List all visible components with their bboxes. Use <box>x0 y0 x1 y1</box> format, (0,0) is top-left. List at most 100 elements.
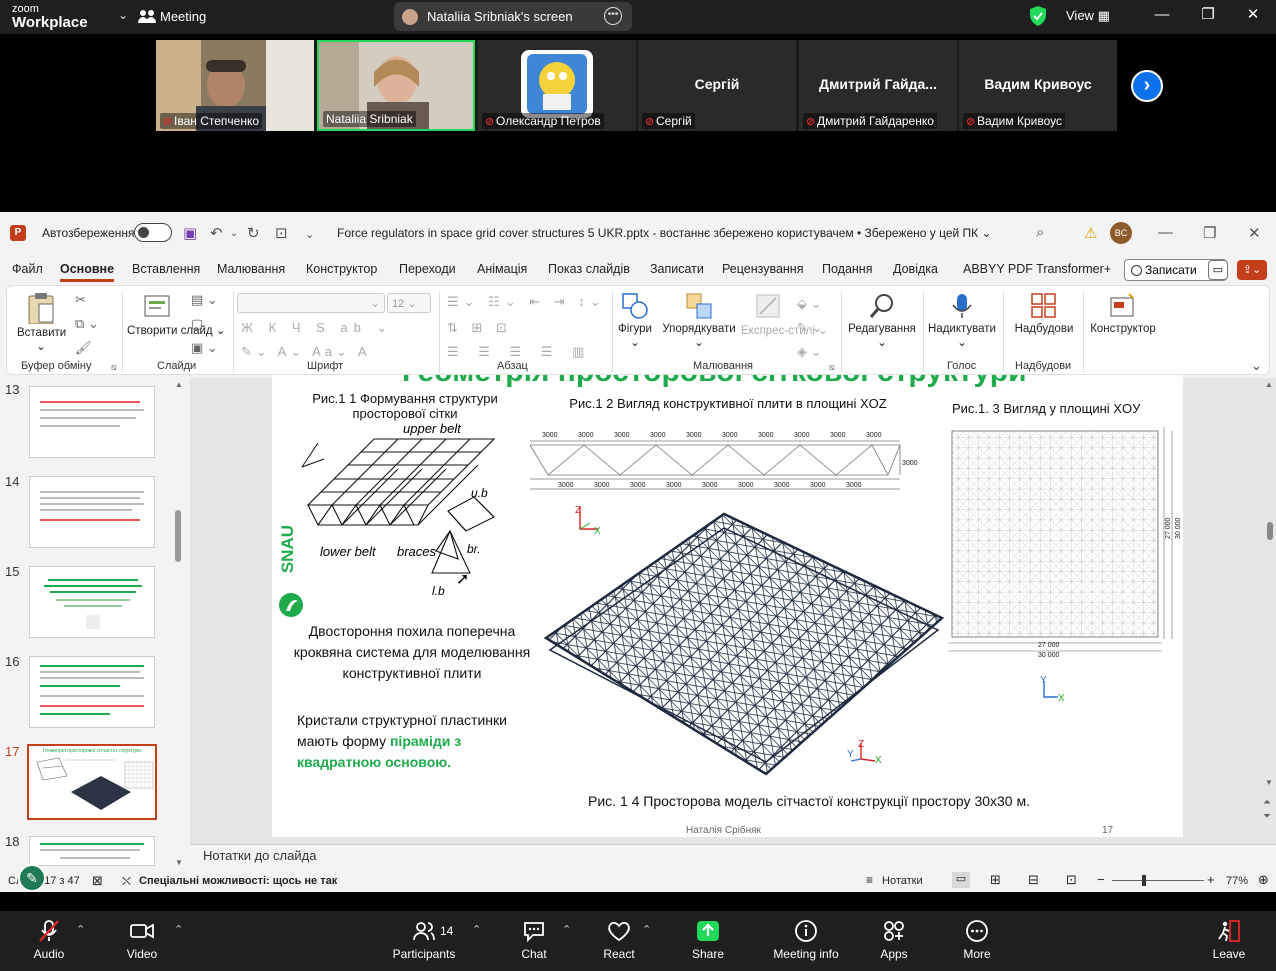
chat-button[interactable]: Chat <box>516 919 552 961</box>
paste-button[interactable]: Вставити ⌄ <box>17 292 66 353</box>
text-direction-buttons[interactable]: ⇅ ⊞ ⊡ <box>447 320 512 336</box>
notes-toggle[interactable]: Нотатки <box>882 875 923 887</box>
dictate-button[interactable]: Надиктувати ⌄ <box>927 292 997 349</box>
zoom-level[interactable]: 77% <box>1226 875 1248 887</box>
section-icon[interactable]: ▣ ⌄ <box>191 340 218 356</box>
undo-icon[interactable]: ↶ <box>210 224 223 242</box>
accessibility-status[interactable]: Спеціальні можливості: щось не так <box>139 875 337 887</box>
notes-pane[interactable]: Нотатки до слайда <box>190 844 1276 866</box>
react-button[interactable]: React <box>600 919 638 961</box>
tab-file[interactable]: Файл <box>12 262 43 276</box>
screen-share-pill[interactable]: Nataliia Sribniak's screen ••• <box>394 2 632 31</box>
slideshow-icon[interactable]: ⊡ <box>1066 872 1077 888</box>
customize-toolbar-icon[interactable]: ⌄ <box>305 228 314 241</box>
slide-thumbnail-15[interactable] <box>29 566 155 638</box>
chevron-down-icon[interactable]: ⌄ <box>118 8 128 22</box>
zoom-slider-thumb[interactable] <box>1142 875 1146 886</box>
user-avatar[interactable]: BC <box>1110 222 1132 244</box>
font-family-select[interactable]: ⌄ <box>237 293 385 313</box>
slide-thumbnail-13[interactable] <box>29 386 155 458</box>
layout-icon[interactable]: ▤ ⌄ <box>191 292 218 308</box>
slide-sorter-icon[interactable]: ⊞ <box>990 872 1001 888</box>
tab-review[interactable]: Рецензування <box>722 262 803 276</box>
tab-view[interactable]: Подання <box>822 262 872 276</box>
save-icon[interactable]: ▣ <box>183 224 197 242</box>
close-icon[interactable]: ✕ <box>1248 224 1261 242</box>
tab-abbyy[interactable]: ABBYY PDF Transformer+ <box>963 262 1111 276</box>
dialog-launcher-icon[interactable]: ⧅ <box>111 362 117 373</box>
participant-tile[interactable]: Дмитрий Гайда... ⊘ Дмитрий Гайдаренко <box>799 40 957 131</box>
participant-tile[interactable]: ⊘ Іван Степченко <box>156 40 314 131</box>
tab-help[interactable]: Довідка <box>893 262 938 276</box>
document-title[interactable]: Force regulators in space grid cover str… <box>337 226 992 240</box>
minimize-icon[interactable]: — <box>1158 224 1173 241</box>
meeting-info-button[interactable]: Meeting info <box>770 919 842 961</box>
tab-insert[interactable]: Вставлення <box>132 262 200 276</box>
participant-tile[interactable]: Сергій ⊘ Сергій <box>638 40 796 131</box>
editing-button[interactable]: Редагування ⌄ <box>845 292 919 349</box>
edit-area-scrollbar[interactable] <box>1267 522 1273 540</box>
designer-button[interactable]: Конструктор <box>1087 292 1159 335</box>
accessibility-icon[interactable]: ⛌ <box>122 874 131 889</box>
notes-toggle-icon[interactable]: ≡ <box>866 873 873 887</box>
minimize-icon[interactable]: — <box>1152 5 1172 25</box>
tab-transitions[interactable]: Переходи <box>399 262 456 276</box>
normal-view-icon[interactable]: ▭ <box>952 872 970 888</box>
search-icon[interactable]: ⌕ <box>1036 224 1044 241</box>
scroll-down-icon[interactable]: ▼ <box>1265 778 1273 787</box>
thumbnail-scrollbar[interactable] <box>175 510 181 562</box>
tab-design[interactable]: Конструктор <box>306 262 377 276</box>
slide-thumbnail-17-selected[interactable]: Геометрія просторової сітчастої структур… <box>27 744 157 820</box>
autosave-toggle[interactable] <box>134 223 172 242</box>
reading-view-icon[interactable]: ⊟ <box>1028 872 1039 888</box>
restore-icon[interactable]: ❐ <box>1198 5 1218 25</box>
leave-button[interactable]: Leave <box>1210 919 1248 961</box>
spellcheck-icon[interactable]: ⊠ <box>92 873 103 889</box>
audio-button[interactable]: Audio <box>30 919 68 961</box>
audio-options-caret[interactable]: ⌃ <box>76 923 85 936</box>
alignment-buttons[interactable]: ☰ ☰ ☰ ☰ ▥ <box>447 344 592 360</box>
chat-options-caret[interactable]: ⌃ <box>562 923 571 936</box>
tab-animations[interactable]: Анімація <box>477 262 527 276</box>
apps-button[interactable]: Apps <box>876 919 912 961</box>
warning-icon[interactable]: ⚠ <box>1084 224 1097 242</box>
chevron-down-icon[interactable]: ⌄ <box>1251 358 1262 374</box>
undo-dropdown-icon[interactable]: ⌄ <box>230 228 238 239</box>
quick-styles-button[interactable]: Експрес-стилі ⌄ <box>741 292 828 337</box>
list-buttons[interactable]: ☰⌄ ☷⌄ ⇤ ⇥ ↕⌄ <box>447 294 606 310</box>
zoom-out-icon[interactable]: − <box>1097 872 1105 887</box>
close-icon[interactable]: ✕ <box>1243 5 1263 25</box>
redo-icon[interactable]: ↻ <box>247 224 260 242</box>
tab-slideshow[interactable]: Показ слайдів <box>548 262 630 276</box>
comments-icon[interactable]: ▭ <box>1208 260 1228 280</box>
view-button[interactable]: View ▦ <box>1066 8 1110 24</box>
tab-home[interactable]: Основне <box>60 262 115 282</box>
restore-icon[interactable]: ❐ <box>1203 224 1216 242</box>
slide-thumbnail-16[interactable] <box>29 656 155 728</box>
scroll-up-icon[interactable]: ▲ <box>1265 380 1273 389</box>
copy-icon[interactable]: ⧉ ⌄ <box>75 316 99 332</box>
video-button[interactable]: Video <box>122 919 162 961</box>
zoom-in-icon[interactable]: + <box>1207 872 1215 887</box>
tab-record[interactable]: Записати <box>650 262 704 276</box>
slide-thumbnail-14[interactable] <box>29 476 155 548</box>
share-button[interactable]: Share <box>688 919 728 961</box>
format-painter-icon[interactable]: 🖌 <box>75 340 92 356</box>
dialog-launcher-icon[interactable]: ⧅ <box>829 362 835 373</box>
shield-icon[interactable] <box>1030 6 1046 26</box>
meeting-label[interactable]: Meeting <box>160 9 206 24</box>
participant-tile[interactable]: ⊘ Олександр Петров <box>478 40 636 131</box>
prev-next-slide-icons[interactable]: ⏶ ⏷ <box>1263 796 1271 824</box>
more-options-icon[interactable]: ••• <box>604 7 622 25</box>
new-slide-button[interactable]: Створити слайд ⌄ <box>127 292 226 337</box>
reset-icon[interactable]: ▢ <box>191 316 203 332</box>
cut-icon[interactable]: ✂ <box>75 292 86 308</box>
scroll-up-icon[interactable]: ▲ <box>175 380 183 389</box>
annotate-pen-icon[interactable]: ✎ <box>18 864 46 892</box>
participant-tile[interactable]: Вадим Кривоус ⊘ Вадим Кривоус <box>959 40 1117 131</box>
arrange-button[interactable]: Упорядкувати ⌄ <box>661 292 737 349</box>
font-color-buttons[interactable]: ✎⌄ A⌄ Aa⌄ A <box>241 344 371 360</box>
next-participants-button[interactable]: › <box>1131 70 1163 102</box>
addins-button[interactable]: Надбудови <box>1010 292 1078 335</box>
shapes-button[interactable]: Фігури ⌄ <box>615 292 655 349</box>
